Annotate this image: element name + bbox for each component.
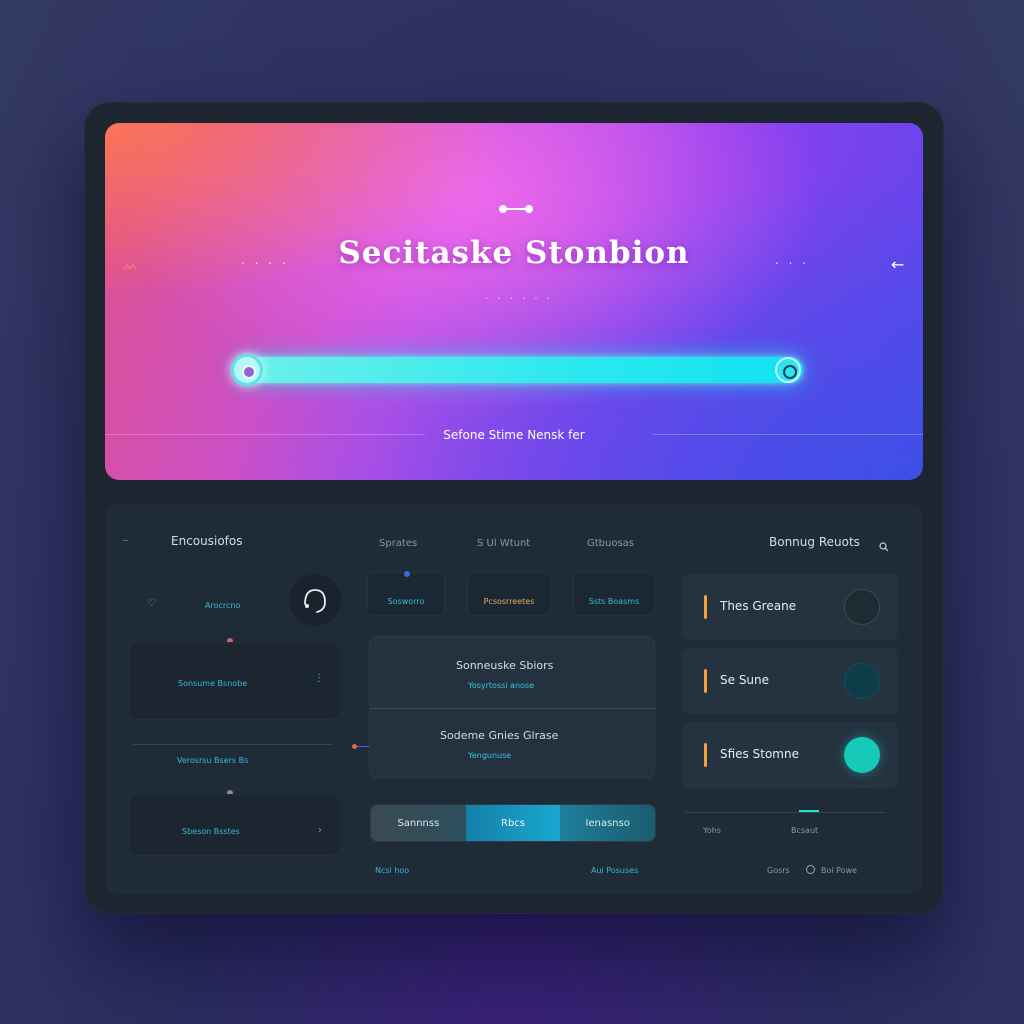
shield-icon: ♡ [147, 598, 156, 609]
tile-label: Ssts Boasms [588, 597, 640, 606]
tab-2[interactable]: S Ul Wtunt [477, 538, 530, 549]
status-row-1[interactable]: Thes Greane [682, 574, 898, 640]
section-header-right: Bonnug Reuots [769, 535, 860, 549]
accent-bar [704, 595, 707, 619]
center-card-title: Sonneuske Sbiors [456, 659, 554, 672]
tile-indicator [404, 571, 410, 577]
segment-2[interactable]: Rbcs [465, 805, 561, 841]
section-header-left: Encousiofos [171, 534, 243, 548]
footer-left-link[interactable]: Ncsi hoo [375, 866, 409, 875]
accent-bar [704, 669, 707, 693]
headset-icon[interactable] [289, 574, 341, 626]
dashboard-panel: ─ Encousiofos Sprates S Ul Wtunt Gtbuosa… [105, 504, 923, 894]
center-card-divider [370, 708, 656, 709]
hero-dots-under: . . . . . . [485, 291, 553, 302]
connector-line [357, 746, 369, 747]
tile-2[interactable]: Pcsosrreetes [467, 572, 551, 616]
segment-3[interactable]: Ienasnso [560, 805, 655, 841]
segment-1[interactable]: Sannnss [371, 805, 466, 841]
page-title: Secitaske Stonbion [338, 235, 690, 271]
status-row-label: Sfies Stomne [720, 747, 799, 761]
progress-slider[interactable] [231, 354, 803, 386]
left-divider [133, 744, 333, 745]
tile-label: Pcsosrreetes [483, 597, 535, 606]
accent-bar [704, 743, 707, 767]
link-icon [499, 204, 533, 214]
left-card-2[interactable]: Sonsume Bsnobe ⋮ [129, 642, 341, 720]
chevron-right-icon[interactable]: › [318, 825, 322, 836]
left-card-label: Verosrsu Bsers Bs [177, 756, 249, 765]
tab-1[interactable]: Sprates [379, 538, 417, 549]
right-footer-label: Bcsaut [791, 826, 819, 835]
status-indicator [844, 589, 880, 625]
right-divider [685, 812, 885, 813]
footer-center-link[interactable]: Aui Posuses [591, 866, 638, 875]
center-card-group: Sonneuske Sbiors Yosyrtossi anose Sodeme… [369, 636, 656, 778]
status-row-3[interactable]: Sfies Stomne [682, 722, 898, 788]
segmented-control[interactable]: Sannnss Rbcs Ienasnso [370, 804, 656, 842]
tile-3[interactable]: Ssts Boasms [573, 572, 655, 616]
radio-icon[interactable] [806, 865, 815, 874]
slider-start-handle[interactable] [231, 354, 263, 386]
center-card-subtitle: Yosyrtossi anose [468, 681, 534, 690]
active-indicator [799, 810, 819, 812]
search-icon[interactable] [879, 537, 889, 552]
tab-3[interactable]: Gtbuosas [587, 538, 634, 549]
status-row-label: Se Sune [720, 673, 770, 687]
status-indicator [844, 663, 880, 699]
right-footer-label: Yohs [703, 826, 721, 835]
status-row-2[interactable]: Se Sune [682, 648, 898, 714]
status-indicator [844, 737, 880, 773]
left-card-3[interactable]: Sbeson Bsstes › [129, 794, 341, 856]
left-card-label: Sbeson Bsstes [182, 827, 240, 836]
center-card-title: Sodeme Gnies Glrase [440, 729, 559, 742]
hero-caption: Sefone Stime Nensk fer [443, 428, 585, 442]
hero-banner: . . . . . . . ← Secitaske Stonbion . . .… [105, 123, 923, 480]
more-icon[interactable]: ⋮ [314, 673, 324, 684]
status-row-label: Thes Greane [720, 599, 797, 613]
app-window: . . . . . . . ← Secitaske Stonbion . . .… [84, 102, 944, 914]
left-card-label: Arocrcno [205, 601, 241, 610]
tile-label: Sosworro [387, 597, 425, 606]
slider-end-handle[interactable] [775, 357, 801, 383]
footer-right-label: Boi Powe [821, 866, 858, 875]
tile-1[interactable]: Sosworro [367, 571, 445, 616]
left-card-label: Sonsume Bsnobe [178, 679, 248, 688]
center-card-subtitle: Yengunuse [468, 751, 512, 760]
footer-right-label: Gosrs [767, 866, 790, 875]
collapse-icon[interactable]: ─ [123, 536, 128, 545]
